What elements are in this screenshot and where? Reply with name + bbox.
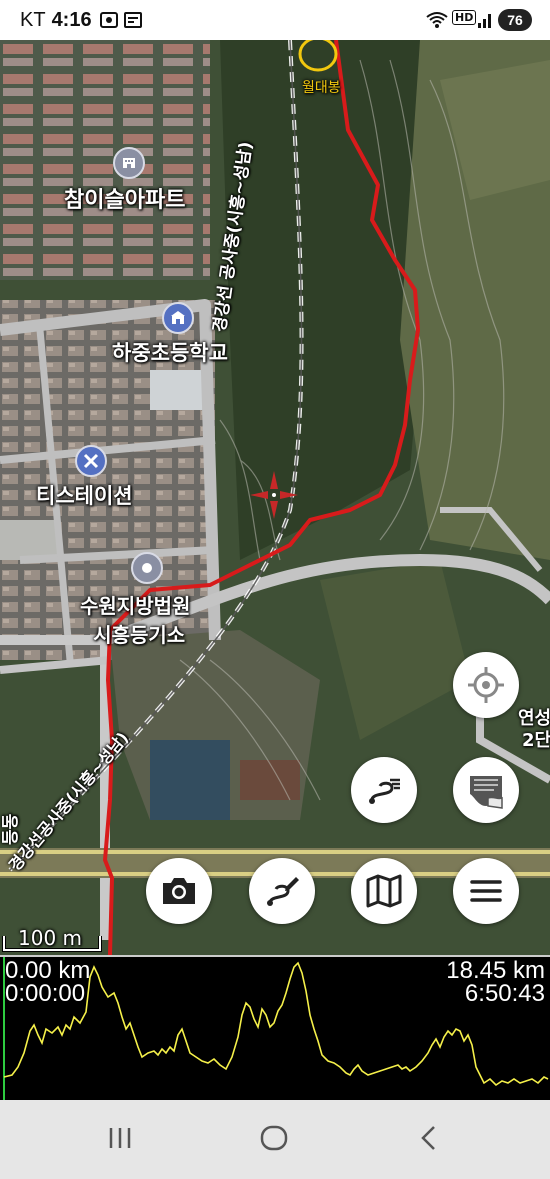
court-label-line1: 수원지방법원 [80, 594, 191, 618]
camera-icon [163, 878, 195, 904]
crosshair-icon [468, 667, 504, 703]
status-bar: KT 4:16 HD 76 [0, 0, 550, 40]
profile-total-time: 6:50:43 [464, 980, 545, 1007]
gps-locate-button[interactable] [453, 652, 519, 718]
scale-label: 100 m [18, 926, 83, 950]
camera-button[interactable] [146, 858, 212, 924]
right-area-label-line2: 2단 [522, 730, 550, 751]
right-area-label-line1: 연성 [518, 708, 550, 729]
court-icon [131, 552, 163, 584]
news-icon [124, 12, 142, 28]
map-layers-icon [470, 776, 503, 809]
signal-icon [478, 14, 491, 28]
recents-icon[interactable] [106, 1124, 134, 1152]
court-label-line2: 시흥등기소 [93, 623, 186, 647]
main-menu-button[interactable] [453, 858, 519, 924]
route-list-icon [369, 778, 400, 804]
status-left: KT 4:16 [20, 9, 92, 32]
screenshot-icon [100, 12, 118, 28]
map-view[interactable]: 월대봉 참이슬아파트 하중초등학교 티스테이션 수원지방법원 시흥등기소 경강선… [0, 40, 550, 955]
clock: 4:16 [51, 9, 92, 31]
shop-label: 티스테이션 [36, 484, 133, 508]
apartment-label: 참이슬아파트 [64, 188, 186, 213]
carrier-label: KT [20, 9, 46, 31]
hamburger-menu-icon [470, 880, 502, 902]
map-layers-button[interactable] [453, 757, 519, 823]
wifi-icon [426, 12, 448, 28]
map-button[interactable] [351, 858, 417, 924]
peak-label: 월대봉 [302, 80, 341, 96]
hd-voice-badge: HD [452, 10, 477, 25]
road-label: 등동 [1, 813, 21, 845]
elevation-profile-panel[interactable]: 0.00 km 0:00:00 18.45 km 6:50:43 [0, 955, 550, 1102]
tools-icon [75, 445, 107, 477]
right-area-label: 연성 2단 [518, 708, 550, 752]
route-edit-button[interactable] [249, 858, 315, 924]
tracks-button[interactable] [351, 757, 417, 823]
scale-bar: 100 m [0, 926, 110, 954]
school-icon [162, 302, 194, 334]
school-label: 하중초등학교 [112, 341, 228, 365]
building-icon [113, 147, 145, 179]
court-label: 수원지방법원 시흥등기소 [80, 590, 190, 648]
back-icon[interactable] [416, 1124, 444, 1152]
home-icon[interactable] [260, 1124, 288, 1152]
battery-indicator: 76 [498, 9, 532, 31]
profile-start-time: 0:00:00 [5, 980, 86, 1007]
system-nav-bar [0, 1100, 550, 1179]
route-edit-icon [267, 877, 299, 906]
folded-map-icon [366, 874, 402, 908]
